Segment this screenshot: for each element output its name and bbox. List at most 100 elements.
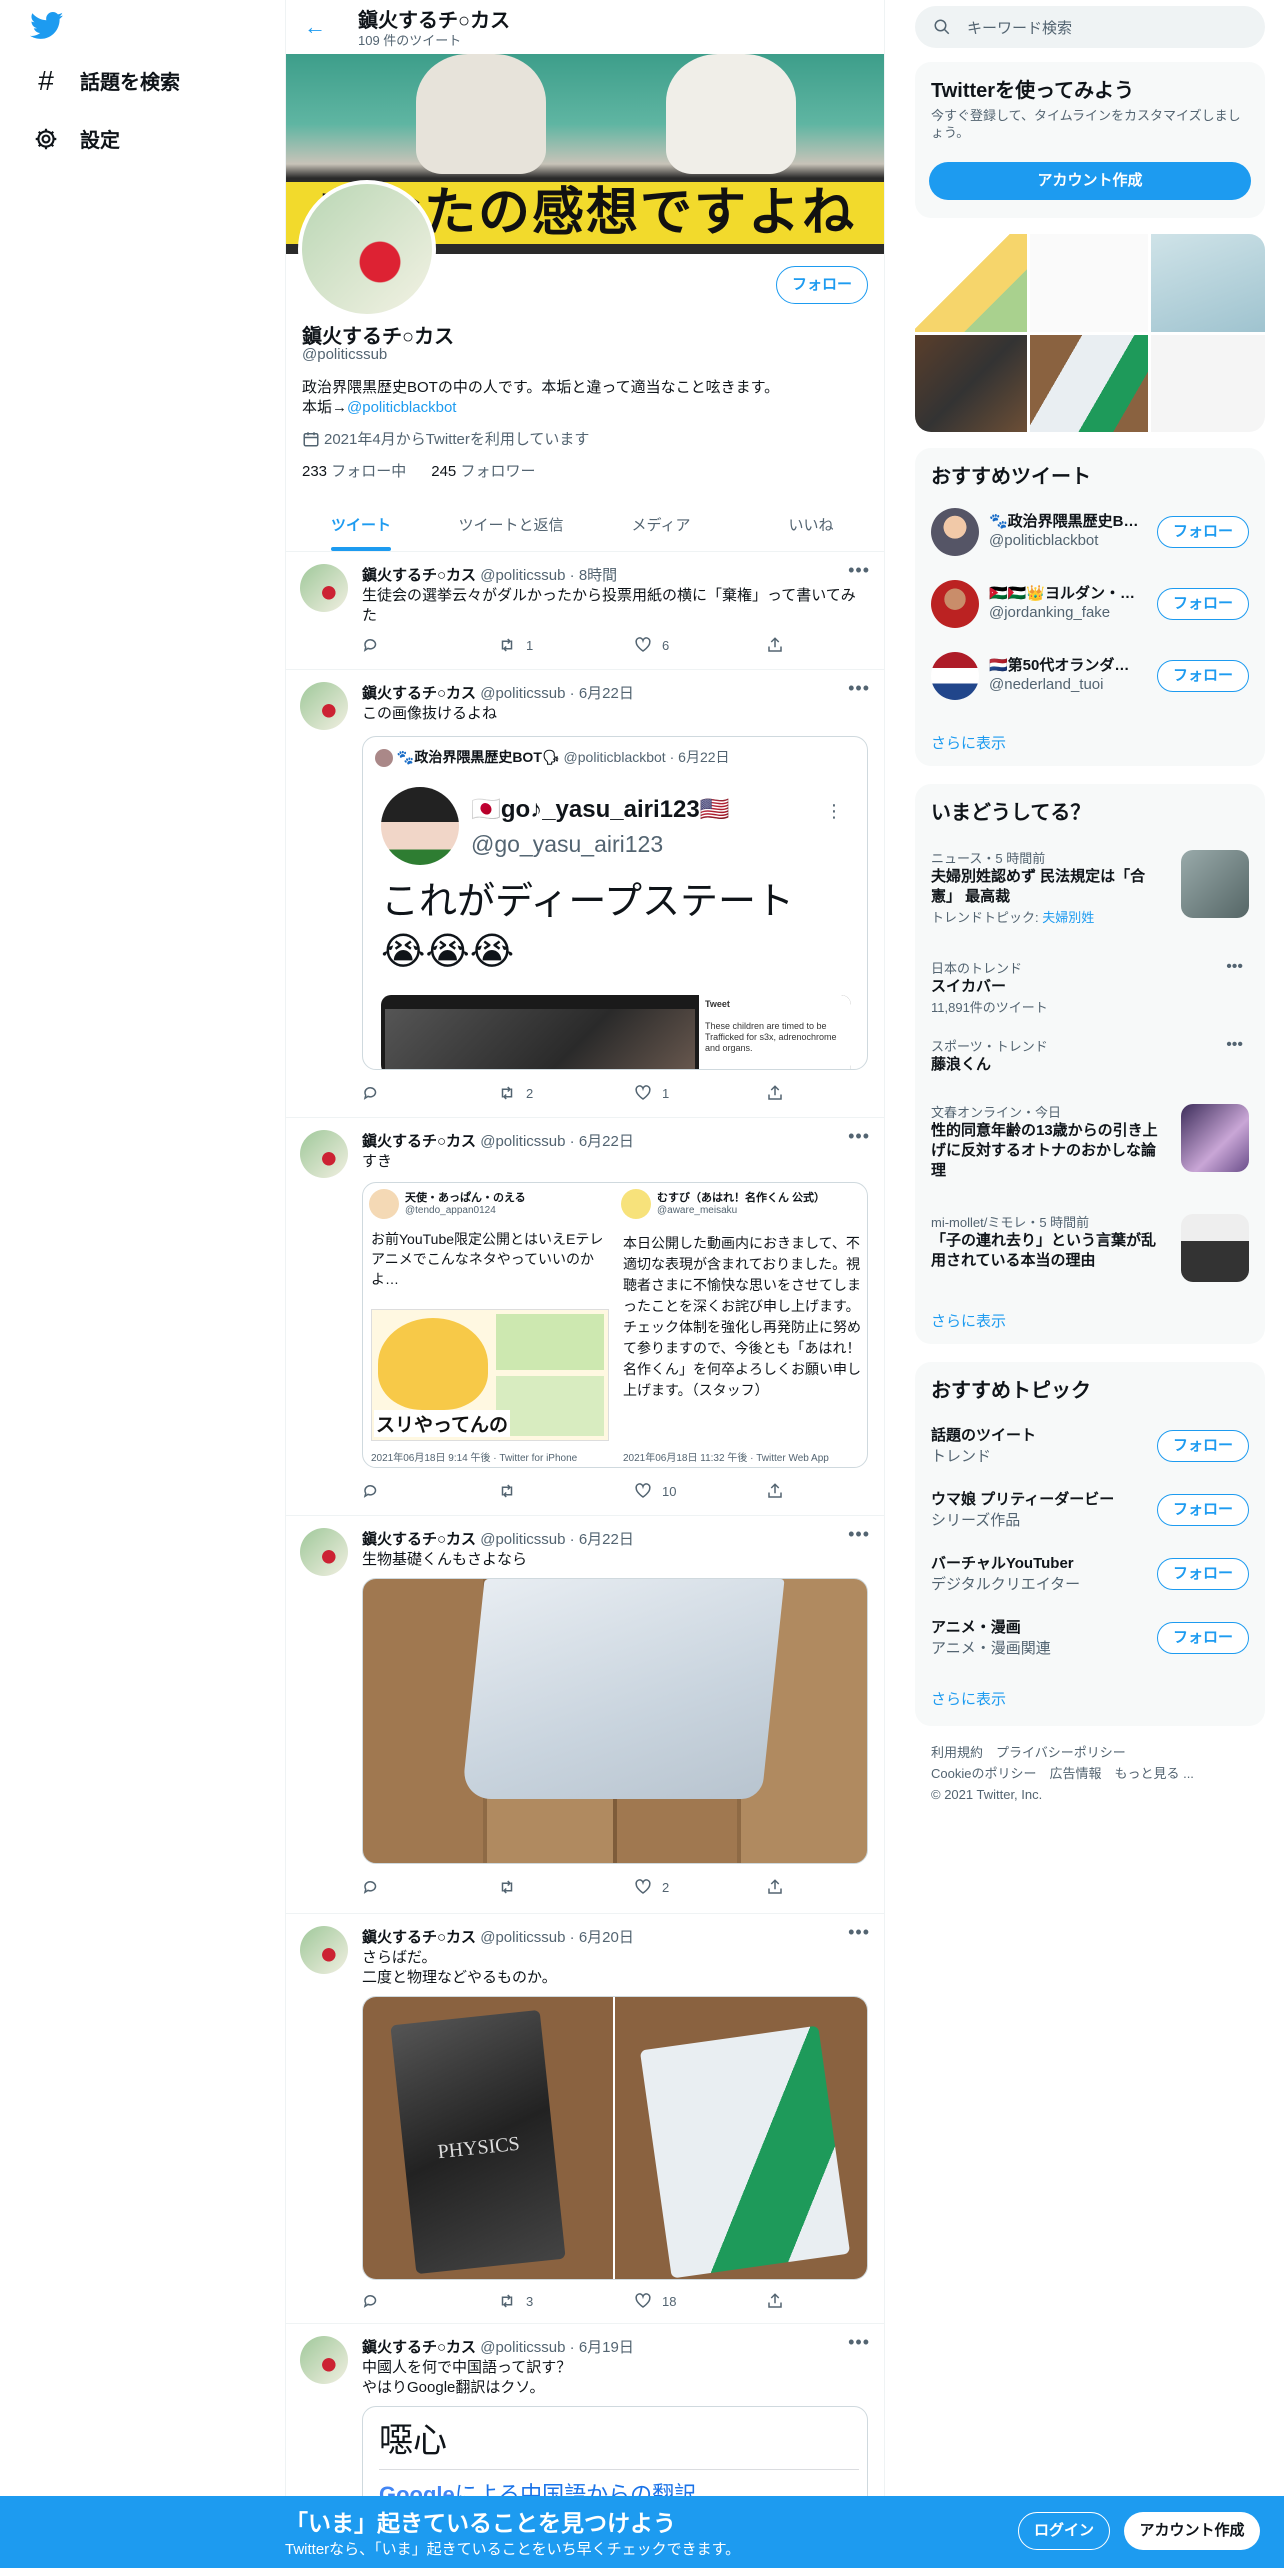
topic-item[interactable]: アニメ・漫画 アニメ・漫画関連 フォロー: [931, 1616, 1249, 1668]
tweet-time[interactable]: 6月22日: [579, 685, 634, 702]
tweet[interactable]: 鎭火するチ○カス @politicssub · 6月20日 ••• さらばだ。 …: [286, 1914, 884, 2324]
more-icon[interactable]: •••: [848, 1126, 870, 1147]
follow-button[interactable]: フォロー: [1157, 1494, 1249, 1526]
tab-tweets[interactable]: ツイート: [286, 500, 436, 551]
tweet-avatar[interactable]: [300, 2336, 348, 2384]
topic-item[interactable]: 話題のツイート トレンド フォロー: [931, 1424, 1249, 1476]
tweet-avatar[interactable]: [300, 1528, 348, 1576]
reply-button[interactable]: [362, 1482, 390, 1500]
more-icon[interactable]: •••: [848, 1524, 870, 1545]
tweet-time[interactable]: 6月22日: [579, 1133, 634, 1150]
quoted-tweet[interactable]: 🐾政治界隈黒歴史BOT🗣 @politicblackbot · 6月22日 🇯🇵…: [362, 736, 868, 1070]
tweet[interactable]: 鎭火するチ○カス @politicssub · 8時間 ••• 生徒会の選挙云々…: [286, 552, 884, 670]
login-button[interactable]: ログイン: [1018, 2512, 1110, 2550]
tweet-author-name[interactable]: 鎭火するチ○カス: [362, 2339, 476, 2356]
follow-button[interactable]: フォロー: [1157, 516, 1249, 548]
profile-avatar[interactable]: [298, 180, 436, 318]
share-button[interactable]: [766, 636, 794, 654]
recommended-item[interactable]: 🐾政治界隈黒歴史BOT🗣 @politicblackbot フォロー: [931, 504, 1249, 562]
tweet-author-name[interactable]: 鎭火するチ○カス: [362, 685, 476, 702]
tab-likes[interactable]: いいね: [736, 500, 884, 551]
recommended-avatar[interactable]: [931, 508, 979, 556]
topic-item[interactable]: ウマ娘 プリティーダービー シリーズ作品 フォロー: [931, 1488, 1249, 1540]
bio-link[interactable]: @politicblackbot: [347, 399, 456, 416]
topics-show-more[interactable]: さらに表示: [931, 1688, 1006, 1709]
media-thumb[interactable]: [1151, 234, 1265, 332]
recommended-avatar[interactable]: [931, 652, 979, 700]
more-icon[interactable]: •••: [848, 2332, 870, 2353]
media-thumb[interactable]: [1030, 234, 1148, 332]
tweet-media-pair[interactable]: 天使・あっぱん・のえる @tendo_appan0124 お前YouTube限定…: [362, 1182, 868, 1468]
like-button[interactable]: 6: [634, 636, 669, 654]
recommended-item[interactable]: 🇯🇴🇵🇸👑ヨルダン・ハシミテ王国 @jordanking_fake フォロー: [931, 576, 1249, 634]
tweet-author-name[interactable]: 鎭火するチ○カス: [362, 1133, 476, 1150]
recommended-avatar[interactable]: [931, 580, 979, 628]
tweet-avatar[interactable]: [300, 564, 348, 612]
more-icon[interactable]: •••: [1226, 958, 1243, 976]
tweet-avatar[interactable]: [300, 682, 348, 730]
more-icon[interactable]: •••: [848, 1922, 870, 1943]
back-arrow-icon[interactable]: ←: [304, 14, 326, 40]
share-button[interactable]: [766, 1084, 794, 1102]
tweet-author-name[interactable]: 鎭火するチ○カス: [362, 1929, 476, 1946]
media-thumb[interactable]: [915, 234, 1027, 332]
retweet-button[interactable]: [498, 1482, 526, 1500]
reply-button[interactable]: [362, 1084, 390, 1102]
follow-button[interactable]: フォロー: [1157, 1430, 1249, 1462]
more-icon[interactable]: •••: [1226, 1036, 1243, 1054]
tweet-time[interactable]: 8時間: [579, 567, 617, 584]
profile-follow-button[interactable]: フォロー: [776, 266, 868, 304]
follow-button[interactable]: フォロー: [1157, 1558, 1249, 1590]
nav-settings[interactable]: 設定: [32, 124, 120, 153]
retweet-button[interactable]: [498, 1878, 526, 1896]
tweet-time[interactable]: 6月19日: [579, 2339, 634, 2356]
footer-line2[interactable]: Cookieのポリシー 広告情報 もっと見る ...: [931, 1763, 1251, 1784]
tab-tweets-replies[interactable]: ツイートと返信: [436, 500, 586, 551]
trend-sub-link[interactable]: 夫婦別姓: [1042, 910, 1094, 925]
trend-item[interactable]: mi-mollet/ミモレ・5 時間前 「子の連れ去り」という言葉が乱用されてい…: [931, 1212, 1249, 1282]
tweet[interactable]: 鎭火するチ○カス @politicssub · 6月22日 ••• 生物基礎くん…: [286, 1516, 884, 1914]
tweet-author-name[interactable]: 鎭火するチ○カス: [362, 567, 476, 584]
create-account-button[interactable]: アカウント作成: [929, 162, 1251, 200]
recommended-item[interactable]: 🇳🇱第50代オランダ首相 @nederland_tuoi フォロー: [931, 648, 1249, 706]
share-button[interactable]: [766, 2292, 794, 2310]
media-thumb[interactable]: [1030, 335, 1148, 432]
trend-item[interactable]: ニュース・5 時間前 夫婦別姓認めず 民法規定は「合憲」 最高裁 トレンドトピッ…: [931, 848, 1249, 926]
topic-item[interactable]: バーチャルYouTuber デジタルクリエイター フォロー: [931, 1552, 1249, 1604]
trend-item[interactable]: スポーツ・トレンド 藤浪くん •••: [931, 1036, 1249, 1075]
tweet[interactable]: 鎭火するチ○カス @politicssub · 6月22日 ••• すき 天使・…: [286, 1118, 884, 1516]
more-icon[interactable]: •••: [848, 560, 870, 581]
tweet-time[interactable]: 6月22日: [579, 1531, 634, 1548]
media-preview-grid[interactable]: [915, 234, 1265, 432]
retweet-button[interactable]: 1: [498, 636, 533, 654]
more-icon[interactable]: •••: [848, 678, 870, 699]
trend-item[interactable]: 日本のトレンド スイカバー 11,891件のツイート •••: [931, 958, 1249, 1016]
footer-line1[interactable]: 利用規約 プライバシーポリシー: [931, 1742, 1251, 1763]
trend-item[interactable]: 文春オンライン・今日 性的同意年齢の13歳からの引き上げに反対するオトナのおかし…: [931, 1102, 1249, 1181]
media-thumb[interactable]: [1151, 335, 1265, 432]
tweet-author-name[interactable]: 鎭火するチ○カス: [362, 1531, 476, 1548]
retweet-button[interactable]: 3: [498, 2292, 533, 2310]
signup-button[interactable]: アカウント作成: [1124, 2512, 1260, 2550]
follow-button[interactable]: フォロー: [1157, 1622, 1249, 1654]
reply-button[interactable]: [362, 636, 390, 654]
nav-explore[interactable]: # 話題を検索: [32, 65, 180, 96]
search-box[interactable]: キーワード検索: [915, 6, 1265, 48]
follow-button[interactable]: フォロー: [1157, 660, 1249, 692]
tweet-avatar[interactable]: [300, 1130, 348, 1178]
like-button[interactable]: 10: [634, 1482, 676, 1500]
reply-button[interactable]: [362, 2292, 390, 2310]
tab-media[interactable]: メディア: [586, 500, 736, 551]
like-button[interactable]: 2: [634, 1878, 669, 1896]
like-button[interactable]: 1: [634, 1084, 669, 1102]
tweet[interactable]: 鎭火するチ○カス @politicssub · 6月22日 ••• この画像抜け…: [286, 670, 884, 1118]
tweet-media-pair[interactable]: PHYSICS: [362, 1996, 868, 2280]
tweet-avatar[interactable]: [300, 1926, 348, 1974]
reply-button[interactable]: [362, 1878, 390, 1896]
follow-button[interactable]: フォロー: [1157, 588, 1249, 620]
tweet-photo[interactable]: [362, 1578, 868, 1864]
twitter-logo-icon[interactable]: [30, 12, 64, 40]
share-button[interactable]: [766, 1878, 794, 1896]
media-thumb[interactable]: [915, 335, 1027, 432]
following-link[interactable]: 233 フォロー中: [302, 463, 406, 480]
